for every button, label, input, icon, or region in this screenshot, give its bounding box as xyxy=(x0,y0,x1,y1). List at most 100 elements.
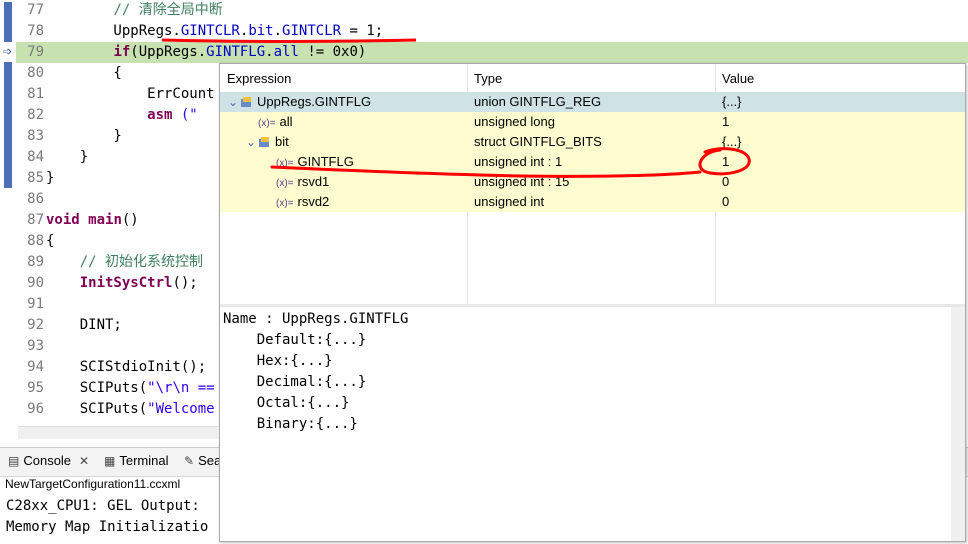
struct-icon xyxy=(259,137,269,147)
line-number: 96 xyxy=(27,401,44,417)
expression-name: all xyxy=(279,114,293,129)
code-token: SCIPuts( xyxy=(46,401,148,417)
detail-line: Decimal:{...} xyxy=(223,374,367,390)
code-token: void xyxy=(46,212,80,228)
detail-line: Octal:{...} xyxy=(223,395,350,411)
struct-icon xyxy=(241,97,251,107)
expression-name: UppRegs.GINTFLG xyxy=(257,94,372,109)
code-token: main xyxy=(88,212,122,228)
tab-console[interactable]: ▤ Console ✕ xyxy=(8,453,89,468)
line-number: 87 xyxy=(27,212,44,228)
column-header-type[interactable]: Type xyxy=(467,64,715,92)
chevron-down-icon[interactable]: ⌄ xyxy=(228,92,240,112)
expression-row[interactable]: (x)= all unsigned long 1 xyxy=(220,112,965,132)
line-number: 85 xyxy=(27,170,44,186)
tab-label: Sea xyxy=(198,453,222,468)
change-marker xyxy=(4,62,12,188)
expression-type: struct GINTFLG_BITS xyxy=(474,134,602,149)
close-icon[interactable]: ✕ xyxy=(79,454,89,468)
variable-icon: (x)= xyxy=(276,178,294,189)
code-token: SCIStdioInit(); xyxy=(46,359,207,375)
expression-value[interactable]: {...} xyxy=(722,92,742,112)
code-token: () xyxy=(121,212,139,228)
expression-name: GINTFLG xyxy=(297,154,354,169)
code-token: if xyxy=(113,44,131,60)
code-token: } xyxy=(46,128,122,144)
expression-row[interactable]: (x)= rsvd2 unsigned int 0 xyxy=(220,192,965,212)
annotation-underline xyxy=(161,38,417,43)
code-token: DINT; xyxy=(46,317,122,333)
column-header-value[interactable]: Value xyxy=(715,64,965,92)
code-token: // 初始化系统控制 xyxy=(79,254,204,270)
code-token: { xyxy=(46,65,122,81)
expression-value[interactable]: 1 xyxy=(722,112,729,132)
expression-type: unsigned int xyxy=(474,194,545,209)
expression-value[interactable]: 0 xyxy=(722,172,729,192)
line-number: 90 xyxy=(27,275,44,291)
chevron-down-icon[interactable]: ⌄ xyxy=(246,132,258,152)
tab-search[interactable]: ✎ Sea xyxy=(184,453,221,468)
line-number: 89 xyxy=(27,254,44,270)
expression-name: rsvd2 xyxy=(297,194,330,209)
expression-value[interactable]: 0 xyxy=(722,192,729,212)
change-marker xyxy=(4,2,12,42)
tab-label: Terminal xyxy=(119,453,169,468)
expression-type: unsigned long xyxy=(474,114,555,129)
search-icon: ✎ xyxy=(184,453,195,468)
expression-row[interactable]: (x)= rsvd1 unsigned int : 15 0 xyxy=(220,172,965,192)
expression-row[interactable]: ⌄ bit struct GINTFLG_BITS {...} xyxy=(220,132,965,152)
line-number: 92 xyxy=(27,317,44,333)
line-number: 83 xyxy=(27,128,44,144)
console-output-line: C28xx_CPU1: GEL Output: xyxy=(6,498,200,514)
code-line[interactable]: 77 // 清除全局中断 xyxy=(16,0,968,21)
expression-type: unsigned int : 1 xyxy=(474,154,563,169)
line-number: 80 xyxy=(27,65,44,81)
console-config-name: NewTargetConfiguration11.ccxml xyxy=(5,477,181,491)
code-token: "Welcome xyxy=(147,401,215,417)
line-number: 84 xyxy=(27,149,44,165)
code-token: } xyxy=(46,149,89,165)
detail-line: Hex:{...} xyxy=(223,353,333,369)
editor-horizontal-scrollbar[interactable] xyxy=(18,426,218,439)
expression-value[interactable]: 1 xyxy=(722,152,729,172)
line-number: 86 xyxy=(27,191,44,207)
detail-vertical-scrollbar[interactable] xyxy=(951,307,965,541)
expression-type: unsigned int : 15 xyxy=(474,174,570,189)
line-number: 82 xyxy=(27,107,44,123)
code-token: (UppRegs. xyxy=(130,44,207,60)
line-number: 81 xyxy=(27,86,44,102)
column-header-expression[interactable]: Expression xyxy=(220,64,467,92)
variable-icon: (x)= xyxy=(258,118,276,129)
terminal-icon: ▦ xyxy=(104,453,116,468)
expression-tree: Expression Type Value ⌄ UppRegs.GINTFLG un… xyxy=(220,64,965,304)
code-token: (" xyxy=(172,107,198,123)
expression-row[interactable]: ⌄ UppRegs.GINTFLG union GINTFLG_REG {...} xyxy=(220,92,965,112)
line-number: 78 xyxy=(27,23,44,39)
expression-name-cell: (x)= GINTFLG xyxy=(264,152,354,172)
expression-type: union GINTFLG_REG xyxy=(474,94,602,109)
expression-value[interactable]: {...} xyxy=(722,132,742,152)
code-token: // 清除全局中断 xyxy=(113,2,223,18)
detail-line: Name : UppRegs.GINTFLG xyxy=(223,311,409,327)
line-number: 91 xyxy=(27,296,44,312)
code-token: } xyxy=(46,170,55,186)
expression-name-cell: (x)= rsvd2 xyxy=(264,192,329,212)
expression-detail-pane: Name : UppRegs.GINTFLG Default:{...} Hex… xyxy=(220,307,950,541)
code-token: (); xyxy=(172,275,198,291)
variable-icon: (x)= xyxy=(276,198,294,209)
tab-terminal[interactable]: ▦ Terminal xyxy=(104,453,168,468)
editor-ruler: ➩ xyxy=(0,0,16,440)
expression-name-cell: ⌄ UppRegs.GINTFLG xyxy=(228,92,371,112)
variable-icon: (x)= xyxy=(276,158,294,169)
tab-label: Console xyxy=(23,453,72,468)
expression-row[interactable]: (x)= GINTFLG unsigned int : 1 1 xyxy=(220,152,965,172)
detail-line: Binary:{...} xyxy=(223,416,358,432)
current-line[interactable]: 79 if(UppRegs.GINTFLG.all != 0x0) xyxy=(16,42,968,63)
code-line[interactable]: 78 UppRegs.GINTCLR.bit.GINTCLR = 1; xyxy=(16,21,968,42)
code-token: GINTFLG xyxy=(206,44,266,60)
code-token: InitSysCtrl xyxy=(79,275,173,291)
